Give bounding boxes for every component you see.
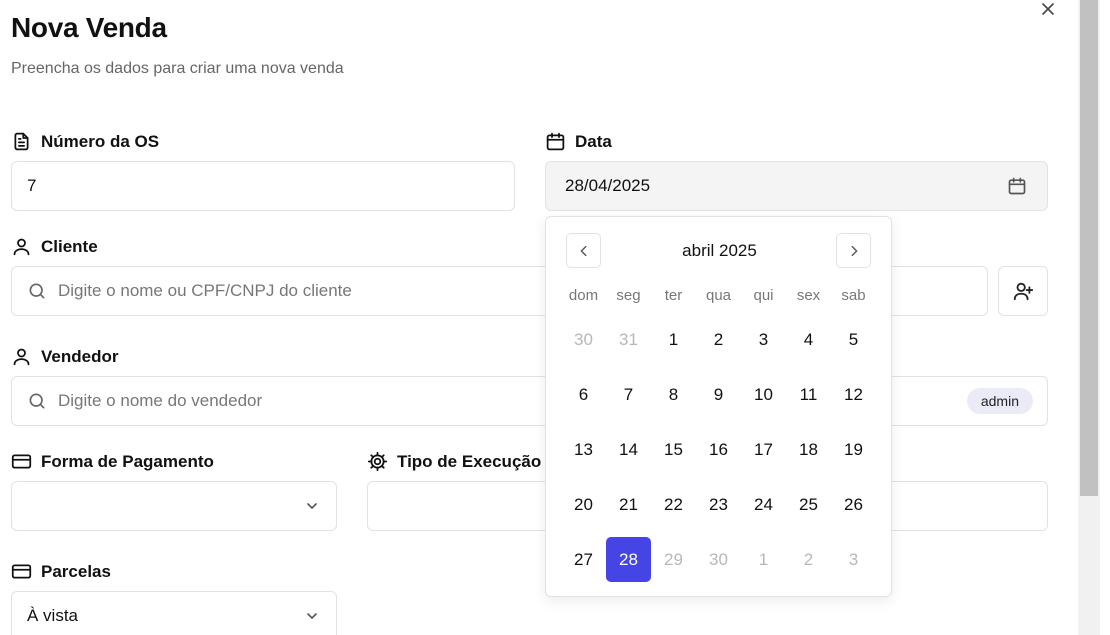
calendar-day[interactable]: 9 (696, 372, 741, 417)
installments-label-text: Parcelas (41, 561, 111, 581)
os-number-value: 7 (27, 176, 37, 195)
calendar-day[interactable]: 1 (741, 537, 786, 582)
document-icon (14, 132, 29, 151)
calendar-day[interactable]: 16 (696, 427, 741, 472)
calendar-day[interactable]: 15 (651, 427, 696, 472)
calendar-day[interactable]: 27 (561, 537, 606, 582)
calendar-icon (546, 132, 565, 151)
calendar-day[interactable]: 31 (606, 317, 651, 362)
page-edge (1100, 0, 1110, 635)
calendar-weekday: seg (616, 287, 641, 304)
calendar-day[interactable]: 30 (561, 317, 606, 362)
installments-label: Parcelas (11, 561, 111, 582)
chevron-right-icon (851, 245, 858, 256)
calendar-day[interactable]: 21 (606, 482, 651, 527)
client-label-text: Cliente (41, 236, 98, 256)
installments-select[interactable]: À vista (11, 591, 337, 635)
calendar-icon[interactable] (1007, 176, 1027, 196)
calendar-weekday: qui (753, 287, 774, 304)
calendar-day[interactable]: 25 (786, 482, 831, 527)
calendar-day[interactable]: 11 (786, 372, 831, 417)
calendar-day-selected[interactable]: 28 (606, 537, 651, 582)
os-number-field[interactable]: 7 (11, 161, 515, 211)
calendar-day[interactable]: 23 (696, 482, 741, 527)
close-button[interactable] (1037, 0, 1059, 18)
calendar-day[interactable]: 22 (651, 482, 696, 527)
seller-search-input[interactable]: Digite o nome do vendedor admin (11, 376, 1048, 426)
search-icon (29, 393, 45, 409)
date-picker-popover: abril 2025 dom seg ter qua qui sex sab 30 31 1 2 3 4… (545, 216, 892, 597)
calendar-day[interactable]: 20 (561, 482, 606, 527)
calendar-weekday: qua (705, 287, 732, 304)
close-icon (1042, 3, 1054, 15)
calendar-day[interactable]: 17 (741, 427, 786, 472)
calendar-day[interactable]: 8 (651, 372, 696, 417)
credit-card-icon (11, 454, 32, 469)
seller-search-placeholder: Digite o nome do vendedor (58, 391, 263, 410)
calendar-weekday: ter (664, 287, 683, 304)
search-icon (29, 283, 45, 299)
installments-value: À vista (27, 606, 79, 625)
os-label-text: Número da OS (41, 131, 160, 151)
user-plus-icon (1013, 282, 1034, 301)
calendar-day[interactable]: 4 (786, 317, 831, 362)
execution-type-label: Tipo de Execução (367, 451, 541, 472)
calendar-weekday: sab (841, 287, 866, 304)
scrollbar-thumb[interactable] (1080, 0, 1098, 496)
calendar-day[interactable]: 14 (606, 427, 651, 472)
gear-icon (367, 451, 388, 472)
calendar-day[interactable]: 26 (831, 482, 876, 527)
chevron-down-icon (307, 503, 317, 510)
calendar-weekday: sex (796, 287, 821, 304)
calendar-day[interactable]: 12 (831, 372, 876, 417)
calendar-day[interactable]: 10 (741, 372, 786, 417)
dialog-subtitle: Preencha os dados para criar uma nova ve… (11, 60, 344, 77)
os-label: Número da OS (11, 131, 159, 152)
calendar-day[interactable]: 6 (561, 372, 606, 417)
credit-card-icon (11, 564, 32, 579)
calendar-day[interactable]: 5 (831, 317, 876, 362)
payment-method-label: Forma de Pagamento (11, 451, 214, 472)
calendar-day[interactable]: 24 (741, 482, 786, 527)
chevron-down-icon (307, 613, 317, 620)
add-client-button[interactable] (998, 266, 1048, 316)
calendar-day[interactable]: 30 (696, 537, 741, 582)
client-search-placeholder: Digite o nome ou CPF/CNPJ do cliente (58, 281, 352, 300)
calendar-day[interactable]: 18 (786, 427, 831, 472)
date-label-text: Data (575, 131, 612, 151)
date-label: Data (545, 131, 612, 152)
execution-type-label-text: Tipo de Execução (397, 451, 542, 471)
calendar-day[interactable]: 2 (696, 317, 741, 362)
calendar-day[interactable]: 1 (651, 317, 696, 362)
payment-method-label-text: Forma de Pagamento (41, 451, 214, 471)
seller-label-text: Vendedor (41, 346, 119, 366)
seller-label: Vendedor (11, 346, 118, 367)
calendar-weekday: dom (568, 287, 599, 304)
calendar-day[interactable]: 19 (831, 427, 876, 472)
user-icon (13, 348, 30, 366)
calendar-day[interactable]: 3 (831, 537, 876, 582)
calendar-day[interactable]: 2 (786, 537, 831, 582)
payment-method-select[interactable] (11, 481, 337, 531)
calendar-day[interactable]: 29 (651, 537, 696, 582)
date-field[interactable]: 28/04/2025 (545, 161, 1048, 211)
calendar-day[interactable]: 3 (741, 317, 786, 362)
seller-badge: admin (966, 388, 1033, 414)
client-label: Cliente (11, 236, 98, 257)
dialog-title: Nova Venda (11, 12, 167, 43)
date-value: 28/04/2025 (565, 176, 651, 195)
user-icon (13, 238, 30, 256)
next-month-button[interactable] (836, 233, 871, 268)
calendar-day[interactable]: 7 (606, 372, 651, 417)
calendar-day[interactable]: 13 (561, 427, 606, 472)
